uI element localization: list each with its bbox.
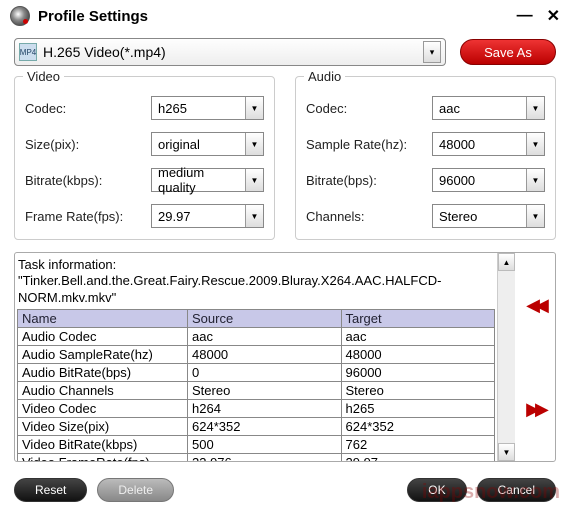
chevron-down-icon: ▼ xyxy=(526,97,544,119)
video-size-value: original xyxy=(152,133,245,155)
table-cell: 23.976 xyxy=(188,453,342,461)
chevron-down-icon: ▼ xyxy=(526,205,544,227)
table-cell: 48000 xyxy=(341,345,495,363)
table-cell: 762 xyxy=(341,435,495,453)
video-size-label: Size(pix): xyxy=(25,137,151,152)
video-size-select[interactable]: original ▼ xyxy=(151,132,264,156)
video-codec-select[interactable]: h265 ▼ xyxy=(151,96,264,120)
table-header: Source xyxy=(188,309,342,327)
task-info-label: Task information: xyxy=(18,257,116,272)
next-button[interactable]: ▶▶ xyxy=(526,399,544,420)
audio-legend: Audio xyxy=(304,69,345,84)
video-framerate-select[interactable]: 29.97 ▼ xyxy=(151,204,264,228)
audio-samplerate-value: 48000 xyxy=(433,133,526,155)
table-row: Audio BitRate(bps)096000 xyxy=(18,363,495,381)
table-cell: Video Size(pix) xyxy=(18,417,188,435)
audio-samplerate-select[interactable]: 48000 ▼ xyxy=(432,132,545,156)
audio-codec-label: Codec: xyxy=(306,101,432,116)
dropdown-arrow-icon[interactable]: ▾ xyxy=(423,41,441,63)
profile-select[interactable]: MP4 H.265 Video(*.mp4) ▾ xyxy=(14,38,446,66)
video-codec-label: Codec: xyxy=(25,101,151,116)
scroll-down-icon[interactable]: ▼ xyxy=(498,443,515,461)
chevron-down-icon: ▼ xyxy=(526,169,544,191)
video-legend: Video xyxy=(23,69,64,84)
delete-button[interactable]: Delete xyxy=(97,478,174,502)
table-cell: Stereo xyxy=(188,381,342,399)
app-icon xyxy=(10,6,30,26)
video-codec-value: h265 xyxy=(152,97,245,119)
task-info-file: "Tinker.Bell.and.the.Great.Fairy.Rescue.… xyxy=(18,273,441,304)
table-cell: Audio SampleRate(hz) xyxy=(18,345,188,363)
table-cell: Stereo xyxy=(341,381,495,399)
table-cell: Video FrameRate(fps) xyxy=(18,453,188,461)
window-title: Profile Settings xyxy=(38,8,503,25)
cancel-button[interactable]: Cancel xyxy=(477,478,556,502)
audio-bitrate-value: 96000 xyxy=(433,169,526,191)
table-cell: Audio Codec xyxy=(18,327,188,345)
table-cell: Video BitRate(kbps) xyxy=(18,435,188,453)
audio-channels-label: Channels: xyxy=(306,209,432,224)
table-cell: 624*352 xyxy=(188,417,342,435)
close-button[interactable]: ✕ xyxy=(547,6,560,26)
table-cell: 500 xyxy=(188,435,342,453)
table-cell: 29.97 xyxy=(341,453,495,461)
table-row: Audio Codecaacaac xyxy=(18,327,495,345)
audio-codec-select[interactable]: aac ▼ xyxy=(432,96,545,120)
table-cell: aac xyxy=(341,327,495,345)
chevron-down-icon: ▼ xyxy=(526,133,544,155)
profile-select-value: H.265 Video(*.mp4) xyxy=(43,44,423,60)
table-cell: 624*352 xyxy=(341,417,495,435)
chevron-down-icon: ▼ xyxy=(245,97,263,119)
task-info-box: Task information: "Tinker.Bell.and.the.G… xyxy=(14,252,556,462)
mp4-icon: MP4 xyxy=(19,43,37,61)
table-cell: h265 xyxy=(341,399,495,417)
scroll-up-icon[interactable]: ▲ xyxy=(498,253,515,271)
table-cell: 96000 xyxy=(341,363,495,381)
footer: Reset Delete OK Cancel xyxy=(0,478,570,502)
chevron-down-icon: ▼ xyxy=(245,133,263,155)
titlebar: Profile Settings — ✕ xyxy=(0,0,570,32)
minimize-button[interactable]: — xyxy=(517,7,533,25)
audio-bitrate-label: Bitrate(bps): xyxy=(306,173,432,188)
table-header: Target xyxy=(341,309,495,327)
table-row: Video Codech264h265 xyxy=(18,399,495,417)
table-cell: Audio Channels xyxy=(18,381,188,399)
table-row: Video Size(pix)624*352624*352 xyxy=(18,417,495,435)
table-row: Video BitRate(kbps)500762 xyxy=(18,435,495,453)
video-framerate-value: 29.97 xyxy=(152,205,245,227)
video-bitrate-label: Bitrate(kbps): xyxy=(25,173,151,188)
video-group: Video Codec: h265 ▼ Size(pix): original … xyxy=(14,76,275,240)
table-cell: Audio BitRate(bps) xyxy=(18,363,188,381)
prev-button[interactable]: ◀◀ xyxy=(526,295,544,316)
audio-channels-select[interactable]: Stereo ▼ xyxy=(432,204,545,228)
video-bitrate-select[interactable]: medium quality ▼ xyxy=(151,168,264,192)
table-cell: h264 xyxy=(188,399,342,417)
table-header: Name xyxy=(18,309,188,327)
audio-channels-value: Stereo xyxy=(433,205,526,227)
table-row: Audio SampleRate(hz)4800048000 xyxy=(18,345,495,363)
table-row: Audio ChannelsStereoStereo xyxy=(18,381,495,399)
scrollbar[interactable]: ▲ ▼ xyxy=(497,253,515,461)
audio-samplerate-label: Sample Rate(hz): xyxy=(306,137,432,152)
video-framerate-label: Frame Rate(fps): xyxy=(25,209,151,224)
table-cell: 48000 xyxy=(188,345,342,363)
audio-group: Audio Codec: aac ▼ Sample Rate(hz): 4800… xyxy=(295,76,556,240)
video-bitrate-value: medium quality xyxy=(152,169,245,191)
table-cell: Video Codec xyxy=(18,399,188,417)
reset-button[interactable]: Reset xyxy=(14,478,87,502)
table-cell: 0 xyxy=(188,363,342,381)
chevron-down-icon: ▼ xyxy=(245,169,263,191)
audio-codec-value: aac xyxy=(433,97,526,119)
comparison-table: NameSourceTarget Audio CodecaacaacAudio … xyxy=(17,309,495,461)
audio-bitrate-select[interactable]: 96000 ▼ xyxy=(432,168,545,192)
table-row: Video FrameRate(fps)23.97629.97 xyxy=(18,453,495,461)
save-as-button[interactable]: Save As xyxy=(460,39,556,65)
table-cell: aac xyxy=(188,327,342,345)
chevron-down-icon: ▼ xyxy=(245,205,263,227)
ok-button[interactable]: OK xyxy=(407,478,466,502)
